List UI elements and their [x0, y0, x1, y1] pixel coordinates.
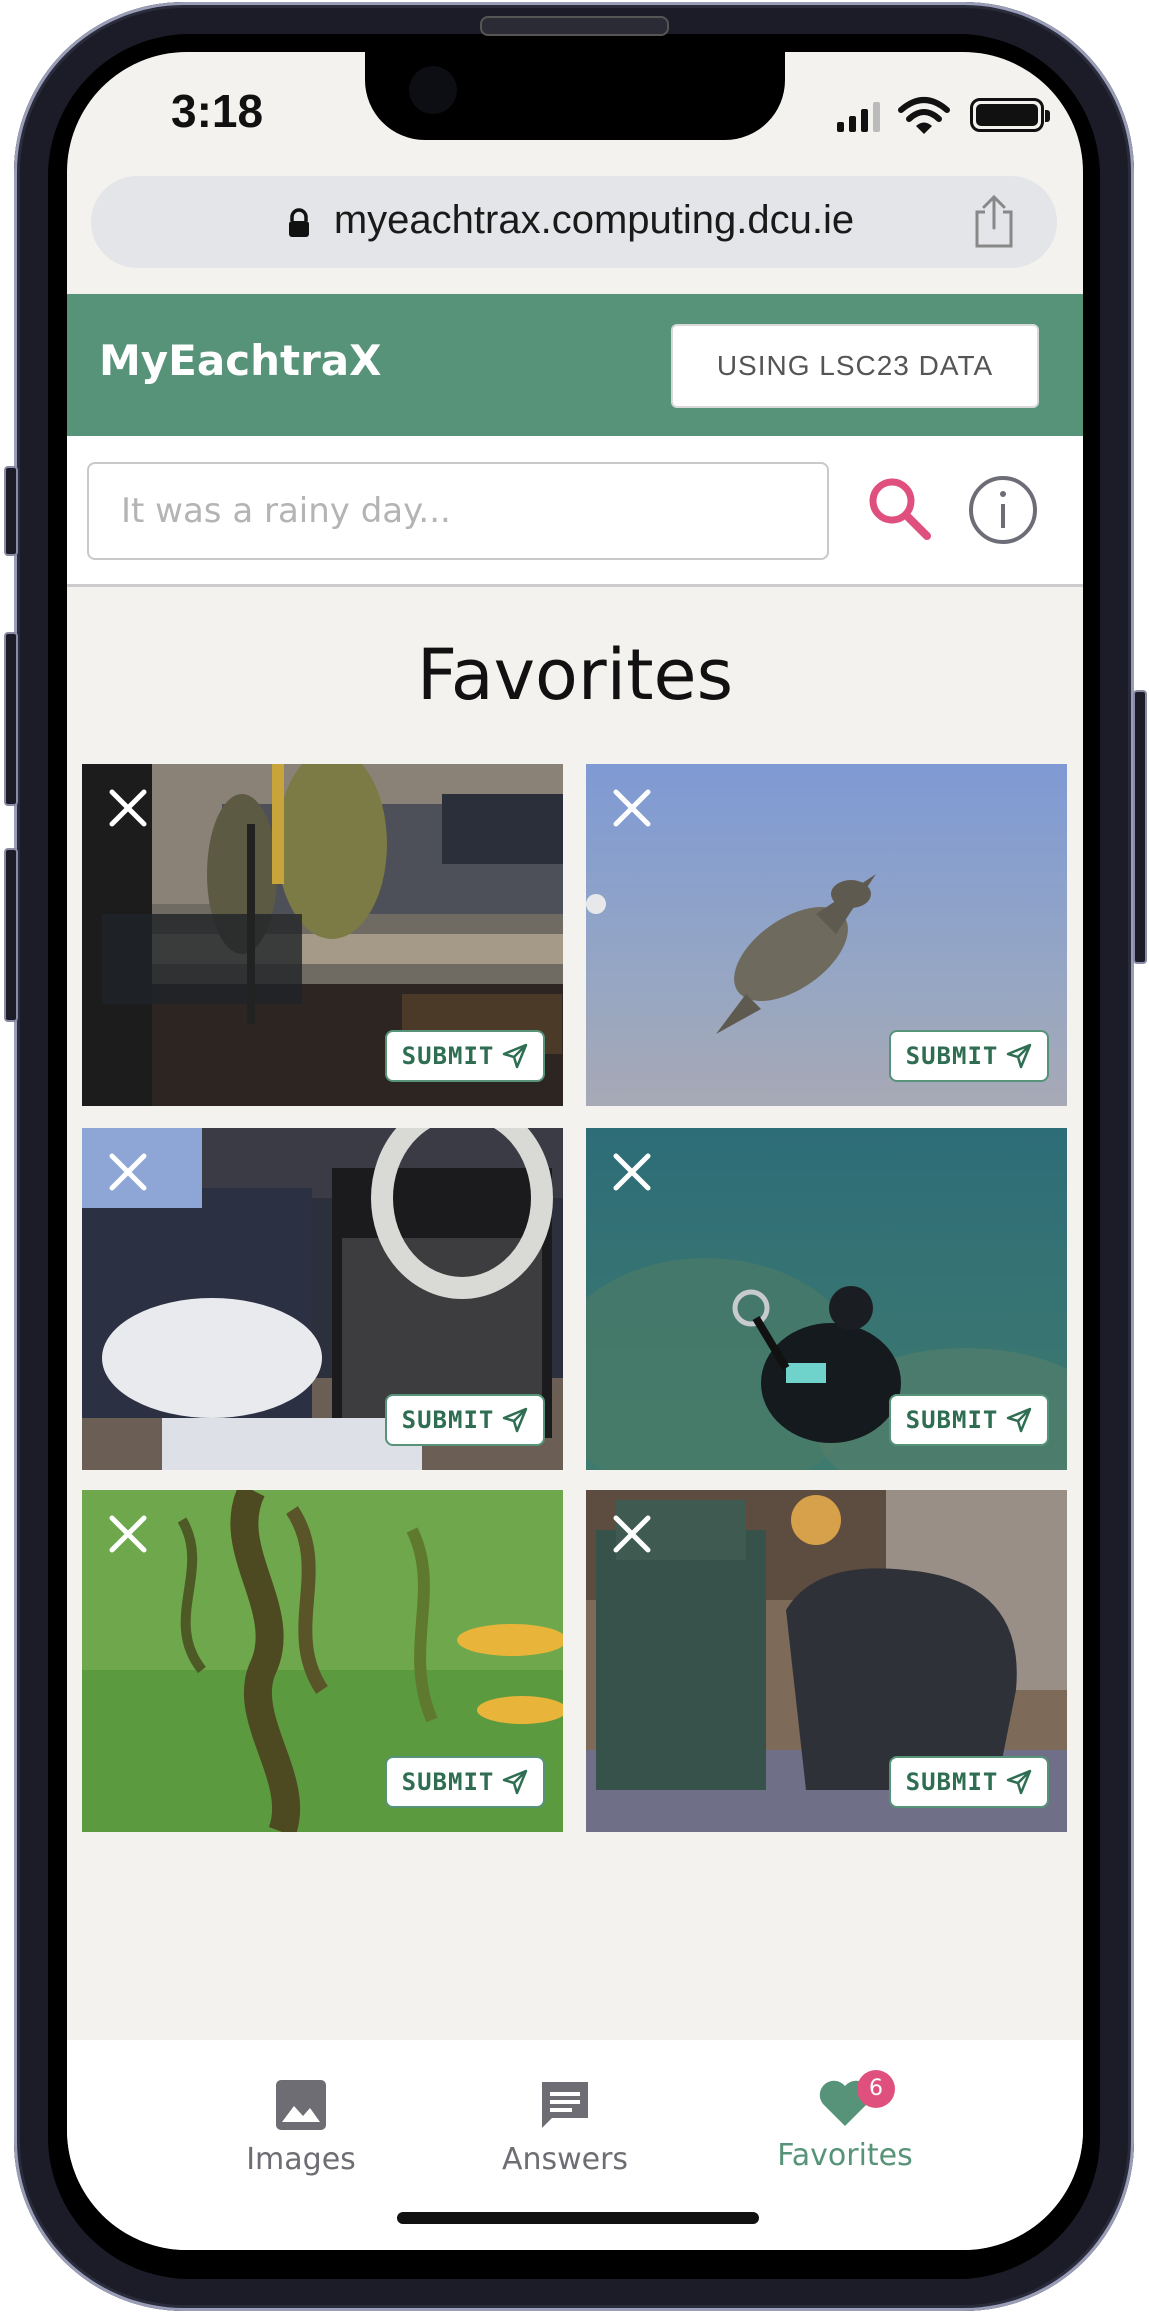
home-indicator[interactable]	[397, 2212, 759, 2224]
favorite-card[interactable]: SUBMIT	[82, 764, 563, 1106]
send-icon	[1007, 1407, 1032, 1433]
send-icon	[1007, 1043, 1032, 1069]
browser-address-bar[interactable]: myeachtrax.computing.dcu.ie	[91, 176, 1057, 268]
page-title: Favorites	[416, 634, 734, 716]
submit-label: SUBMIT	[401, 1406, 495, 1434]
submit-label: SUBMIT	[401, 1768, 495, 1796]
volume-up-button	[4, 632, 18, 806]
dataset-button[interactable]: USING LSC23 DATA	[671, 324, 1039, 408]
app-header: MyEachtraX USING LSC23 DATA	[67, 294, 1083, 436]
send-icon	[503, 1769, 528, 1795]
send-icon	[503, 1043, 528, 1069]
earpiece-speaker	[480, 16, 669, 36]
power-button	[1133, 690, 1147, 964]
submit-button[interactable]: SUBMIT	[889, 1394, 1049, 1446]
submit-button[interactable]: SUBMIT	[889, 1030, 1049, 1082]
submit-label: SUBMIT	[401, 1042, 495, 1070]
search-icon[interactable]	[865, 474, 935, 544]
tab-label: Favorites	[777, 2138, 913, 2173]
favorite-card[interactable]: SUBMIT	[82, 1128, 563, 1470]
remove-favorite-icon[interactable]	[104, 1148, 152, 1196]
submit-button[interactable]: SUBMIT	[385, 1030, 545, 1082]
message-icon	[542, 2082, 588, 2128]
tab-images[interactable]: Images	[201, 2078, 401, 2177]
search-bar	[67, 436, 1083, 587]
favorite-card[interactable]: SUBMIT	[586, 1128, 1067, 1470]
favorite-card[interactable]: SUBMIT	[586, 1490, 1067, 1832]
tab-label: Images	[246, 2142, 356, 2177]
wifi-icon	[898, 97, 950, 134]
submit-button[interactable]: SUBMIT	[889, 1756, 1049, 1808]
send-icon	[1007, 1769, 1032, 1795]
submit-label: SUBMIT	[905, 1042, 999, 1070]
submit-label: SUBMIT	[905, 1406, 999, 1434]
share-icon[interactable]	[971, 194, 1017, 250]
favorites-count-badge: 6	[857, 2070, 895, 2108]
status-time: 3:18	[171, 85, 264, 137]
send-icon	[503, 1407, 528, 1433]
remove-favorite-icon[interactable]	[608, 1148, 656, 1196]
tab-answers[interactable]: Answers	[465, 2078, 665, 2177]
battery-icon	[970, 98, 1050, 132]
favorite-card[interactable]: SUBMIT	[586, 764, 1067, 1106]
favorite-card[interactable]: SUBMIT	[82, 1490, 563, 1832]
cellular-signal-icon	[837, 102, 880, 132]
mute-switch	[4, 466, 18, 556]
tab-label: Answers	[501, 2142, 629, 2177]
remove-favorite-icon[interactable]	[104, 1510, 152, 1558]
tab-favorites[interactable]: 6 Favorites	[745, 2070, 945, 2173]
remove-favorite-icon[interactable]	[104, 784, 152, 832]
submit-button[interactable]: SUBMIT	[385, 1394, 545, 1446]
front-camera	[409, 66, 457, 114]
url-text: myeachtrax.computing.dcu.ie	[333, 198, 855, 242]
submit-button[interactable]: SUBMIT	[385, 1756, 545, 1808]
search-input[interactable]	[87, 462, 829, 560]
remove-favorite-icon[interactable]	[608, 784, 656, 832]
submit-label: SUBMIT	[905, 1768, 999, 1796]
app-logo-text: MyEachtraX	[99, 336, 382, 385]
remove-favorite-icon[interactable]	[608, 1510, 656, 1558]
notch	[365, 52, 785, 140]
phone-screen: 3:18 myeachtrax.computing.dcu.ie MyEacht…	[67, 52, 1083, 2250]
volume-down-button	[4, 848, 18, 1022]
image-icon	[276, 2080, 326, 2130]
info-icon[interactable]	[967, 474, 1039, 546]
